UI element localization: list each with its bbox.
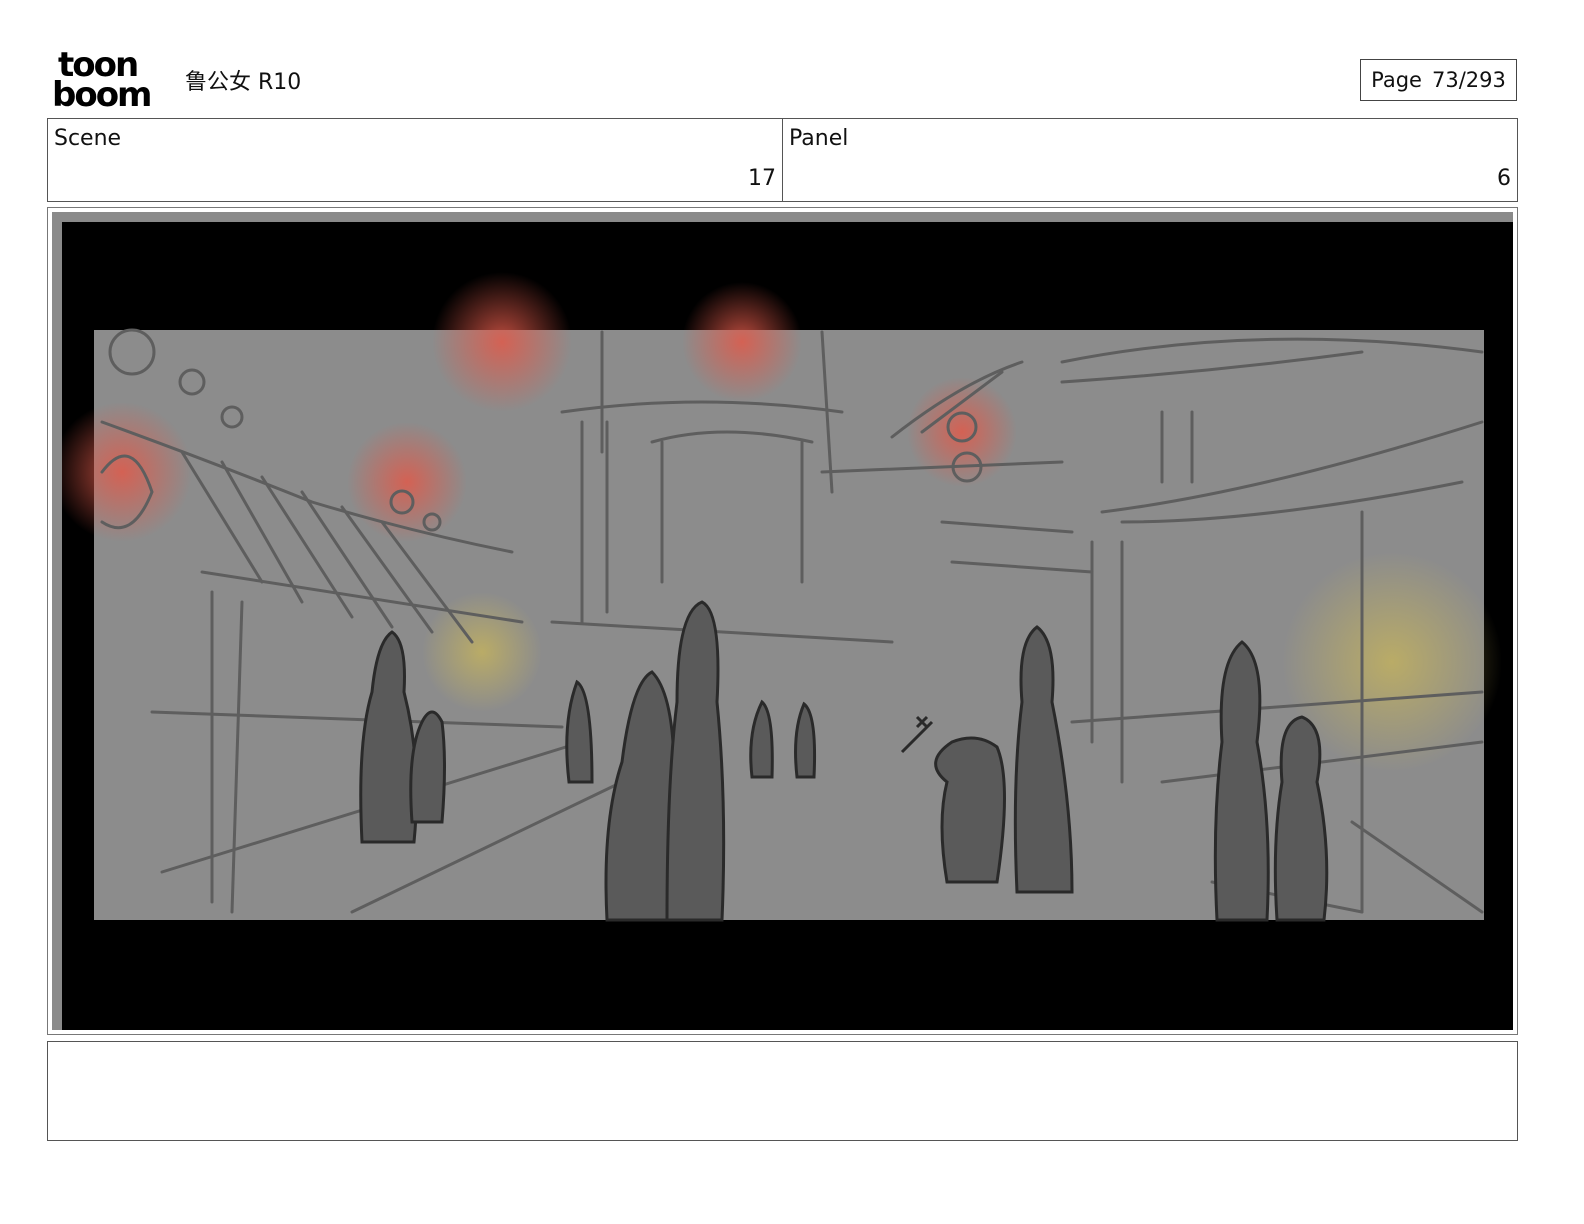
scene-number: 17 [748, 166, 776, 191]
storyboard-sketch [62, 222, 1513, 1030]
panel-number: 6 [1497, 166, 1511, 191]
page-label: Page [1371, 68, 1422, 92]
page-number: 73/293 [1431, 68, 1506, 92]
panel-notes-box [47, 1041, 1518, 1141]
page-indicator: Page 73/293 [1360, 59, 1517, 101]
toonboom-logo: toon boom [52, 48, 164, 115]
scene-panel-table: Scene 17 Panel 6 [47, 118, 1518, 202]
storyboard-frame-inner [52, 212, 1513, 1030]
panel-label: Panel [789, 126, 849, 151]
scene-label: Scene [54, 126, 122, 151]
scene-cell: Scene 17 [48, 119, 783, 201]
document-title: 鲁公女 R10 [185, 70, 302, 95]
logo-text-bottom: boom [52, 75, 152, 115]
storyboard-frame [47, 207, 1518, 1035]
panel-cell: Panel 6 [783, 119, 1517, 201]
